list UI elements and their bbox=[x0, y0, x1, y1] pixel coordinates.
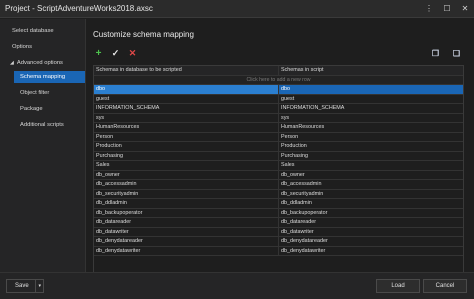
cell-script-schema[interactable]: Production bbox=[279, 142, 463, 151]
cell-script-schema[interactable]: db_denydatawriter bbox=[279, 247, 463, 256]
cell-script-schema[interactable]: dbo bbox=[279, 85, 463, 94]
cell-script-schema[interactable]: db_denydatareader bbox=[279, 237, 463, 246]
save-dropdown-icon[interactable]: ▾ bbox=[35, 280, 43, 292]
table-row[interactable]: db_denydatareader db_denydatareader bbox=[94, 237, 463, 247]
nav-package[interactable]: Package bbox=[0, 103, 85, 115]
maximize-icon[interactable]: ☐ bbox=[438, 0, 456, 18]
nav-additional-scripts[interactable]: Additional scripts bbox=[0, 119, 85, 131]
title-bar: Project - ScriptAdventureWorks2018.axsc … bbox=[0, 0, 474, 18]
save-button-label: Save bbox=[15, 283, 29, 289]
cell-script-schema[interactable]: db_backupoperator bbox=[279, 209, 463, 218]
grid-header-row: Schemas in database to be scripted Schem… bbox=[94, 66, 463, 76]
cell-script-schema[interactable]: db_owner bbox=[279, 171, 463, 180]
table-row[interactable]: Sales Sales bbox=[94, 161, 463, 171]
table-row[interactable]: db_denydatawriter db_denydatawriter bbox=[94, 246, 463, 256]
cell-db-schema[interactable]: db_denydatareader bbox=[94, 237, 279, 246]
cell-db-schema[interactable]: Production bbox=[94, 142, 279, 151]
nav-options[interactable]: Options bbox=[0, 41, 85, 53]
cell-db-schema[interactable]: Person bbox=[94, 132, 279, 141]
cell-db-schema[interactable]: db_owner bbox=[94, 170, 279, 179]
table-row[interactable]: db_datawriter db_datawriter bbox=[94, 227, 463, 237]
nav-schema-mapping[interactable]: Schema mapping bbox=[14, 71, 85, 83]
load-button[interactable]: Load bbox=[376, 279, 420, 293]
cell-db-schema[interactable]: sys bbox=[94, 113, 279, 122]
close-icon[interactable]: ✕ bbox=[456, 0, 474, 18]
cell-script-schema[interactable]: db_securityadmin bbox=[279, 190, 463, 199]
cell-script-schema[interactable]: db_accessadmin bbox=[279, 180, 463, 189]
table-row[interactable]: INFORMATION_SCHEMA INFORMATION_SCHEMA bbox=[94, 104, 463, 114]
table-row[interactable]: Purchasing Purchasing bbox=[94, 151, 463, 161]
copy-icon[interactable]: ❐ bbox=[430, 48, 441, 59]
cell-db-schema[interactable]: guest bbox=[94, 94, 279, 103]
cell-db-schema[interactable]: db_securityadmin bbox=[94, 189, 279, 198]
apply-check-icon[interactable]: ✓ bbox=[110, 48, 121, 59]
paste-icon[interactable]: ❏ bbox=[451, 48, 462, 59]
nav-select-database[interactable]: Select database bbox=[0, 25, 85, 37]
table-row[interactable]: db_securityadmin db_securityadmin bbox=[94, 189, 463, 199]
add-row-icon[interactable]: + bbox=[93, 48, 104, 59]
cell-db-schema[interactable]: db_denydatawriter bbox=[94, 246, 279, 255]
page-title: Customize schema mapping bbox=[93, 30, 194, 39]
nav-object-filter[interactable]: Object filter bbox=[0, 87, 85, 99]
cell-db-schema[interactable]: dbo bbox=[94, 85, 279, 94]
nav-advanced-options[interactable]: ◢ Advanced options bbox=[0, 57, 85, 69]
cell-script-schema[interactable]: INFORMATION_SCHEMA bbox=[279, 104, 463, 113]
schema-mapping-grid[interactable]: Schemas in database to be scripted Schem… bbox=[93, 65, 464, 291]
cell-script-schema[interactable]: guest bbox=[279, 95, 463, 104]
cell-db-schema[interactable]: db_datareader bbox=[94, 218, 279, 227]
table-row[interactable]: HumanResources HumanResources bbox=[94, 123, 463, 133]
cell-script-schema[interactable]: HumanResources bbox=[279, 123, 463, 132]
table-row[interactable]: Person Person bbox=[94, 132, 463, 142]
main-panel: Customize schema mapping + ✓ ✕ ❐ ❏ Schem… bbox=[87, 19, 474, 291]
cell-script-schema[interactable]: db_datareader bbox=[279, 218, 463, 227]
footer: Save ▾ Load Cancel bbox=[0, 272, 474, 299]
nav-advanced-options-label: Advanced options bbox=[16, 60, 63, 66]
grid-toolbar: + ✓ ✕ bbox=[93, 48, 138, 59]
table-row[interactable]: db_accessadmin db_accessadmin bbox=[94, 180, 463, 190]
cell-db-schema[interactable]: Sales bbox=[94, 161, 279, 170]
cell-db-schema[interactable]: HumanResources bbox=[94, 123, 279, 132]
column-header-script-schemas[interactable]: Schemas in script bbox=[279, 66, 463, 75]
new-row-placeholder[interactable]: Click here to add a new row bbox=[94, 75, 463, 85]
table-row[interactable]: dbo dbo bbox=[94, 85, 463, 95]
save-button[interactable]: Save ▾ bbox=[6, 279, 44, 293]
table-row[interactable]: Production Production bbox=[94, 142, 463, 152]
grid-toolbar-right: ❐ ❏ bbox=[430, 48, 462, 59]
cell-db-schema[interactable]: db_accessadmin bbox=[94, 180, 279, 189]
table-row[interactable]: db_datareader db_datareader bbox=[94, 218, 463, 228]
column-header-db-schemas[interactable]: Schemas in database to be scripted bbox=[94, 66, 279, 75]
cell-script-schema[interactable]: Sales bbox=[279, 161, 463, 170]
cell-script-schema[interactable]: Purchasing bbox=[279, 152, 463, 161]
cell-db-schema[interactable]: Purchasing bbox=[94, 151, 279, 160]
sidebar: Select database Options ◢ Advanced optio… bbox=[0, 19, 86, 272]
window-title: Project - ScriptAdventureWorks2018.axsc bbox=[5, 4, 153, 13]
table-row[interactable]: guest guest bbox=[94, 94, 463, 104]
cancel-button[interactable]: Cancel bbox=[423, 279, 467, 293]
cell-db-schema[interactable]: db_ddladmin bbox=[94, 199, 279, 208]
cell-db-schema[interactable]: db_backupoperator bbox=[94, 208, 279, 217]
delete-row-icon[interactable]: ✕ bbox=[127, 48, 138, 59]
table-row[interactable]: db_backupoperator db_backupoperator bbox=[94, 208, 463, 218]
cell-script-schema[interactable]: db_datawriter bbox=[279, 228, 463, 237]
cell-script-schema[interactable]: db_ddladmin bbox=[279, 199, 463, 208]
cell-db-schema[interactable]: INFORMATION_SCHEMA bbox=[94, 104, 279, 113]
cell-script-schema[interactable]: sys bbox=[279, 114, 463, 123]
cell-script-schema[interactable]: Person bbox=[279, 133, 463, 142]
menu-icon[interactable]: ⋮ bbox=[420, 0, 438, 18]
table-row[interactable]: sys sys bbox=[94, 113, 463, 123]
table-row[interactable]: db_ddladmin db_ddladmin bbox=[94, 199, 463, 209]
collapse-caret-icon[interactable]: ◢ bbox=[10, 60, 14, 66]
table-row[interactable]: db_owner db_owner bbox=[94, 170, 463, 180]
cell-db-schema[interactable]: db_datawriter bbox=[94, 227, 279, 236]
